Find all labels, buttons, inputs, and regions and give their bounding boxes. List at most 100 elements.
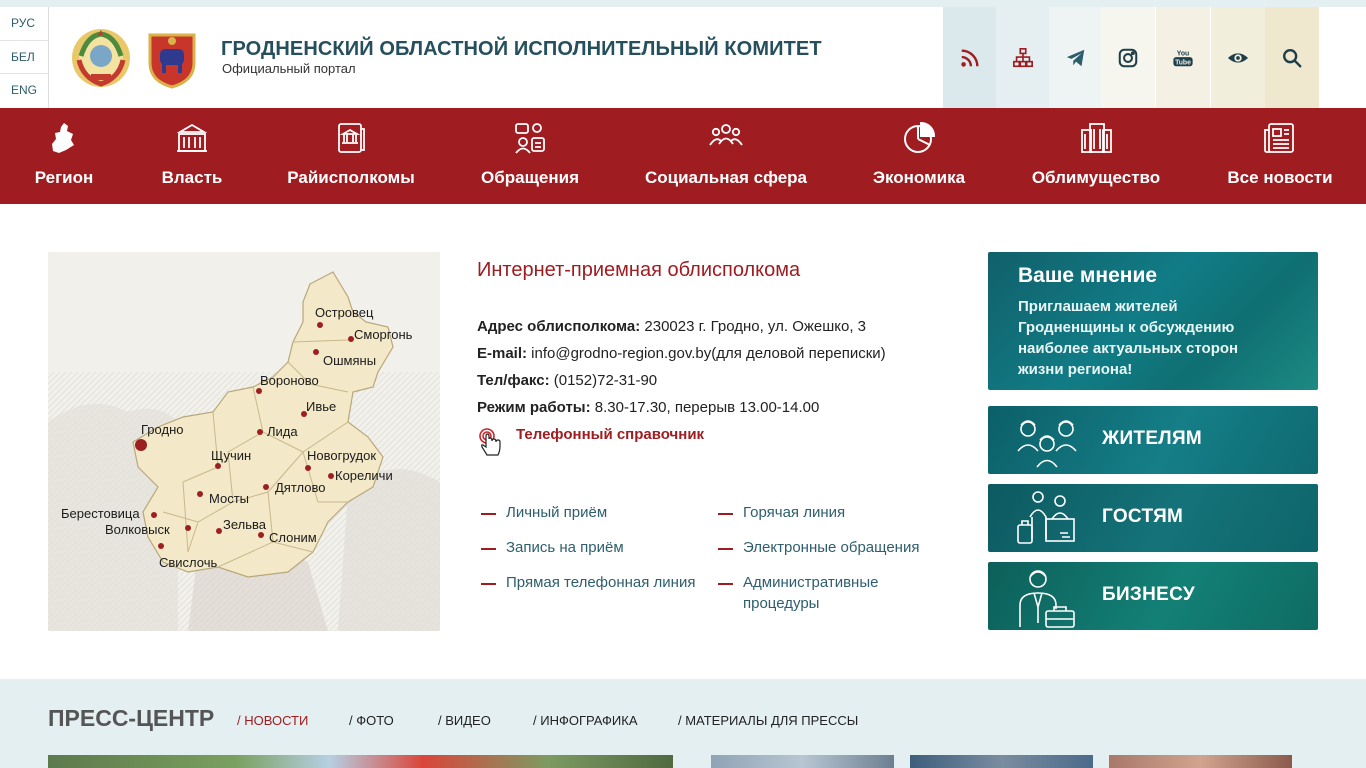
site-subtitle: Официальный портал	[222, 61, 356, 76]
nav-item-economy[interactable]: Экономика	[864, 108, 974, 204]
list-dash	[718, 513, 733, 515]
link-administrative-procedures[interactable]: Административные процедуры	[743, 572, 933, 614]
youtube-button[interactable]: You Tube	[1156, 7, 1210, 108]
nav-label: Социальная сфера	[644, 168, 808, 187]
map-city[interactable]: Волковыск	[105, 522, 170, 537]
nav-label: Райисполкомы	[287, 168, 415, 187]
map-city[interactable]: Лида	[267, 424, 298, 439]
residents-tile[interactable]: ЖИТЕЛЯМ	[988, 406, 1318, 474]
nav-item-district-committees[interactable]: Райисполкомы	[281, 108, 421, 204]
instagram-button[interactable]	[1101, 7, 1155, 108]
sitemap-button[interactable]	[996, 7, 1050, 108]
map-city[interactable]: Островец	[315, 305, 373, 320]
map-city[interactable]: Гродно	[141, 422, 183, 437]
map-city[interactable]: Ошмяны	[323, 353, 376, 368]
map-city[interactable]: Ивье	[306, 399, 336, 414]
list-dash	[481, 548, 496, 550]
address-label: Адрес облисполкома:	[477, 318, 641, 335]
pointer-hand-icon	[479, 428, 501, 456]
grodno-region-coat-of-arms-icon[interactable]	[142, 29, 202, 89]
press-center-title: ПРЕСС-ЦЕНТР	[48, 705, 215, 731]
rss-button[interactable]	[943, 7, 997, 108]
list-dash	[718, 548, 733, 550]
nav-label: Регион	[34, 168, 94, 187]
news-image[interactable]	[1109, 755, 1292, 768]
search-icon	[1283, 48, 1302, 67]
press-tab-news[interactable]: / НОВОСТИ	[237, 713, 308, 728]
map-city[interactable]: Дятлово	[275, 480, 325, 495]
phone-directory-link[interactable]: Телефонный справочник	[516, 426, 704, 443]
phone-value: (0152)72-31-90	[549, 372, 658, 389]
news-image[interactable]	[711, 755, 894, 768]
government-building-icon	[176, 123, 208, 152]
svg-text:You: You	[1177, 50, 1189, 57]
appeals-icon	[515, 123, 545, 154]
press-tab-infographics[interactable]: / ИНФОГРАФИКА	[533, 713, 638, 728]
list-dash	[481, 583, 496, 585]
press-tab-press-materials[interactable]: / МАТЕРИАЛЫ ДЛЯ ПРЕССЫ	[678, 713, 858, 728]
instagram-icon	[1118, 48, 1138, 67]
email-value[interactable]: info@grodno-region.gov.by(для деловой пе…	[527, 345, 886, 362]
map-city[interactable]: Мосты	[209, 491, 249, 506]
sitemap-icon	[1013, 47, 1033, 67]
press-tab-video[interactable]: / ВИДЕО	[438, 713, 491, 728]
language-switcher: РУС БЕЛ ENG	[0, 7, 49, 108]
lang-en[interactable]: ENG	[0, 74, 48, 108]
nav-item-all-news[interactable]: Все новости	[1220, 108, 1340, 204]
pie-chart-icon	[904, 121, 936, 153]
nav-item-social-sphere[interactable]: Социальная сфера	[636, 108, 816, 204]
link-electronic-appeals[interactable]: Электронные обращения	[743, 537, 919, 558]
nav-item-regional-property[interactable]: Облимущество	[1026, 108, 1166, 204]
region-map-background	[48, 252, 440, 631]
map-city[interactable]: Сморгонь	[354, 327, 412, 342]
nav-item-government[interactable]: Власть	[142, 108, 242, 204]
eye-icon	[1227, 52, 1249, 63]
office-building-icon	[1081, 123, 1112, 153]
map-city[interactable]: Слоним	[269, 530, 317, 545]
telegram-button[interactable]	[1049, 7, 1103, 108]
map-city[interactable]: Свислочь	[159, 555, 217, 570]
news-image[interactable]	[910, 755, 1093, 768]
site-title[interactable]: ГРОДНЕНСКИЙ ОБЛАСТНОЙ ИСПОЛНИТЕЛЬНЫЙ КОМ…	[221, 38, 822, 61]
guests-tile[interactable]: ГОСТЯМ	[988, 484, 1318, 552]
list-dash	[481, 513, 496, 515]
link-hotline[interactable]: Горячая линия	[743, 502, 845, 523]
residents-icon	[1017, 420, 1077, 468]
nav-label: Обращения	[481, 168, 579, 187]
list-dash	[718, 583, 733, 585]
map-city[interactable]: Щучин	[211, 448, 251, 463]
map-city[interactable]: Вороново	[260, 373, 319, 388]
map-city[interactable]: Кореличи	[335, 468, 393, 483]
nav-label: Экономика	[872, 168, 966, 187]
lang-by[interactable]: БЕЛ	[0, 41, 48, 75]
people-group-icon	[709, 124, 743, 146]
business-icon	[1019, 570, 1075, 628]
belarus-emblem-icon[interactable]	[69, 26, 133, 90]
press-tab-photo[interactable]: / ФОТО	[349, 713, 394, 728]
news-image[interactable]	[48, 755, 673, 768]
lang-ru[interactable]: РУС	[0, 7, 48, 41]
link-direct-phone-line[interactable]: Прямая телефонная линия	[506, 572, 696, 593]
hours-row: Режим работы: 8.30-17.30, перерыв 13.00-…	[477, 399, 819, 416]
accessibility-button[interactable]	[1211, 7, 1265, 108]
guests-label: ГОСТЯМ	[1102, 506, 1184, 527]
map-city[interactable]: Новогрудок	[307, 448, 376, 463]
search-button[interactable]	[1265, 7, 1319, 108]
phone-label: Тел/факс:	[477, 372, 550, 389]
region-map[interactable]: Островец Сморгонь Ошмяны Вороново Ивье Г…	[48, 252, 440, 631]
address-row: Адрес облисполкома: 230023 г. Гродно, ул…	[477, 318, 866, 335]
nav-item-appeals[interactable]: Обращения	[470, 108, 590, 204]
map-city[interactable]: Зельва	[223, 517, 266, 532]
nav-label: Облимущество	[1031, 168, 1161, 187]
business-tile[interactable]: БИЗНЕСУ	[988, 562, 1318, 630]
hours-value: 8.30-17.30, перерыв 13.00-14.00	[590, 399, 820, 416]
email-row: E-mail: info@grodno-region.gov.by(для де…	[477, 345, 886, 362]
link-appointment[interactable]: Запись на приём	[506, 537, 624, 558]
nav-item-region[interactable]: Регион	[14, 108, 114, 204]
link-personal-reception[interactable]: Личный приём	[506, 502, 607, 523]
telegram-icon	[1066, 49, 1085, 66]
map-city[interactable]: Берестовица	[61, 506, 140, 521]
reception-title[interactable]: Интернет-приемная облисполкома	[477, 259, 800, 282]
your-opinion-panel[interactable]: Ваше мнение Приглашаем жителей Гродненщи…	[988, 252, 1318, 390]
rss-icon	[961, 48, 979, 67]
